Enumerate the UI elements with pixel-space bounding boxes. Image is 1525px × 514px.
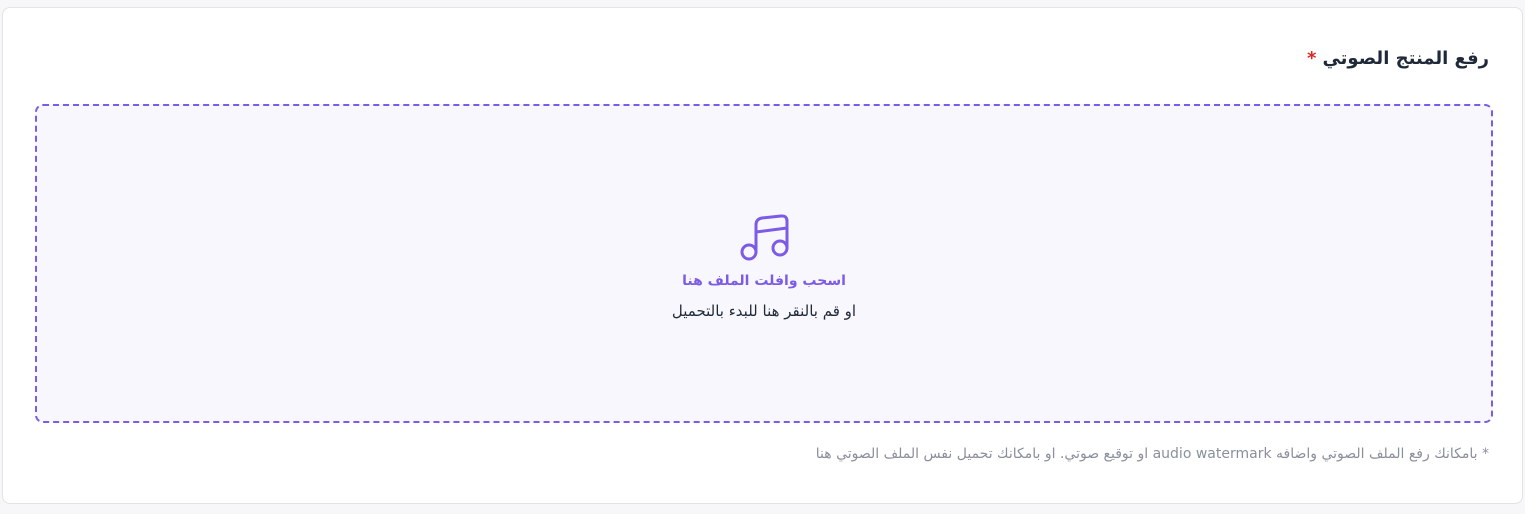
music-note-icon bbox=[740, 214, 789, 261]
dropzone-primary-text: اسحب وافلت الملف هنا bbox=[682, 273, 846, 289]
required-star: * bbox=[1307, 48, 1317, 69]
field-title-label: رفع المنتج الصوتي bbox=[1322, 48, 1489, 69]
field-title: رفع المنتج الصوتي* bbox=[1307, 48, 1489, 69]
upload-card: رفع المنتج الصوتي* اسحب وافلت الملف هنا … bbox=[2, 7, 1523, 504]
audio-dropzone[interactable]: اسحب وافلت الملف هنا او قم بالنقر هنا لل… bbox=[35, 104, 1493, 423]
upload-hint-text: * بامكانك رفع الملف الصوتي واضافه audio … bbox=[815, 446, 1489, 462]
dropzone-secondary-text: او قم بالنقر هنا للبدء بالتحميل bbox=[671, 302, 857, 320]
